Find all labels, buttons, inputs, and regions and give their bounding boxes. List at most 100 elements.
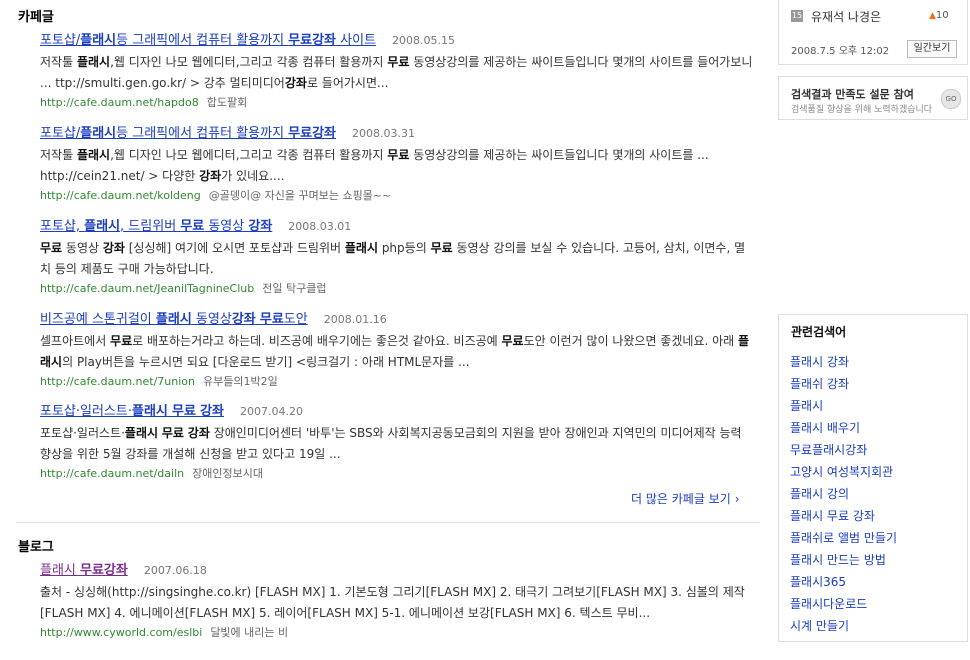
related-search-item[interactable]: 무료플래시강좌: [790, 439, 897, 461]
more-cafe-link[interactable]: 더 많은 카페글 보기 ›: [631, 490, 740, 507]
result-source-row: http://cafe.daum.net/JeanilTagnineClub 전일…: [40, 281, 758, 297]
related-search-item[interactable]: 플래시 강의: [790, 483, 897, 505]
text-segment: php등의: [378, 241, 431, 255]
result-url[interactable]: http://cafe.daum.net/7union: [40, 375, 195, 388]
related-search-item[interactable]: 플래쉬로 앨범 만들기: [790, 527, 897, 549]
result-url[interactable]: http://www.cyworld.com/eslbi: [40, 626, 202, 639]
result-date: 2008.03.31: [352, 127, 415, 140]
result-snippet: 출처 - 싱싱해(http://singsinghe.co.kr) [FLASH…: [40, 582, 755, 624]
result-snippet: 포토샵·일러스트·플래시 무료 강좌 장애인미디어센터 '바투'는 SBS와 사…: [40, 423, 755, 465]
highlighted-keyword: 플래시: [132, 404, 168, 419]
text-segment: 플래시: [40, 563, 81, 578]
related-search-item[interactable]: 플래시: [790, 395, 897, 417]
result-title-link[interactable]: 포토샵, 플래시, 드림위버 무료 동영상 강좌: [40, 219, 272, 234]
highlighted-keyword: 강좌: [284, 76, 307, 90]
result-source-name[interactable]: 전일 탁구클럽: [262, 282, 326, 295]
more-cafe-label[interactable]: 더 많은 카페글 보기: [631, 492, 731, 506]
related-search-item[interactable]: 플래시 배우기: [790, 417, 897, 439]
result-url[interactable]: http://cafe.daum.net/koldeng: [40, 189, 201, 202]
highlighted-keyword: 무료: [501, 334, 524, 348]
text-segment: ,웹 디자인 나모 웹에디터,그리고 각종 컴퓨터 활용까지: [110, 148, 388, 162]
result-source-name[interactable]: 유부들의1박2일: [203, 375, 278, 388]
search-result: 포토샵/플래시등 그래픽에서 컴퓨터 활용까지 무료강좌 2008.03.31 저작…: [40, 125, 758, 204]
text-segment: 포토샵,: [40, 219, 85, 234]
highlighted-keyword: 플래시: [76, 148, 111, 162]
rank-timestamp: 2008.7.5 오후 12:02: [791, 46, 890, 57]
highlighted-keyword: 플래시: [155, 312, 192, 327]
text-segment: 셀프아트에서: [40, 334, 111, 348]
survey-go-button[interactable]: GO: [941, 89, 961, 109]
text-segment: 도안: [283, 312, 308, 327]
chevron-right-icon: ›: [734, 492, 740, 506]
highlighted-keyword: 무료: [387, 55, 410, 69]
related-search-item[interactable]: 플래시 무료 강좌: [790, 505, 897, 527]
related-search-item[interactable]: 플래쉬 강좌: [790, 373, 897, 395]
highlighted-keyword: 플래시: [80, 126, 117, 141]
result-source-row: http://www.cyworld.com/eslbi 달빛에 내리는 비: [40, 625, 758, 641]
highlighted-keyword: 무료: [387, 148, 410, 162]
result-title-link[interactable]: 포토샵/플래시등 그래픽에서 컴퓨터 활용까지 무료강좌 사이트: [40, 33, 376, 48]
result-source-name[interactable]: 달빛에 내리는 비: [210, 626, 288, 639]
result-date: 2008.05.15: [392, 34, 456, 47]
highlighted-keyword: 강좌: [199, 169, 222, 183]
text-segment: 저작툴: [40, 148, 77, 162]
highlighted-keyword: 강좌: [231, 312, 256, 327]
result-source-name[interactable]: 장애인정보시대: [192, 467, 263, 480]
highlighted-keyword: 플래시: [84, 219, 121, 234]
highlighted-keyword: 무료강좌: [80, 563, 128, 578]
related-searches-list: 플래시 강좌 플래쉬 강좌 플래시 플래시 배우기 무료플래시강좌 고양시 여성복지회관 플…: [790, 351, 897, 637]
result-url[interactable]: http://cafe.daum.net/hapdo8: [40, 96, 199, 109]
highlighted-keyword: 무료: [172, 404, 196, 419]
survey-box[interactable]: 검색결과 만족도 설문 참여 검색품질 향상을 위해 노력하겠습니다 GO: [778, 76, 968, 120]
result-title-row: 포토샵/플래시등 그래픽에서 컴퓨터 활용까지 무료강좌 사이트 2008.05.…: [40, 32, 758, 50]
text-segment: 저작툴: [40, 55, 77, 69]
result-date: 2007.06.18: [143, 564, 207, 577]
trending-box: 15 유재석 나경은 ▲10 2008.7.5 오후 12:02 일간보기: [778, 0, 968, 65]
result-source-name[interactable]: 합도팔회: [207, 96, 247, 109]
result-title-row: 포토샵·일러스트·플래시 무료 강좌 2007.04.20: [40, 403, 758, 421]
result-url[interactable]: http://cafe.daum.net/JeanilTagnineClub: [40, 282, 254, 295]
text-segment: 등 그래픽에서 컴퓨터 활용까지: [116, 126, 289, 141]
result-date: 2008.01.16: [323, 313, 387, 326]
highlighted-keyword: 플래시: [80, 33, 117, 48]
result-title-link[interactable]: 플래시 무료강좌: [40, 563, 128, 578]
related-search-item[interactable]: 플래시 만드는 방법: [790, 549, 897, 571]
related-searches-box: 관련검색어 플래시 강좌 플래쉬 강좌 플래시 플래시 배우기 무료플래시강좌 고양시 여…: [778, 314, 968, 642]
related-search-item[interactable]: 시계 만들기: [790, 615, 897, 637]
highlighted-keyword: 무료: [161, 426, 184, 440]
text-segment: 로 들어가시면...: [306, 76, 389, 90]
result-source-row: http://cafe.daum.net/koldeng @골뎅이@ 자신을 꾸며…: [40, 188, 758, 204]
result-url[interactable]: http://cafe.daum.net/dailn: [40, 467, 184, 480]
result-source-name[interactable]: @골뎅이@ 자신을 꾸며보는 쇼핑몰~~: [209, 189, 391, 202]
section-divider: [16, 522, 760, 523]
text-segment: 출처 - 싱싱해(http://singsinghe.co.kr) [FLASH…: [40, 585, 745, 620]
text-segment: 포토샵/: [40, 126, 81, 141]
highlighted-keyword: 강좌: [248, 219, 273, 234]
result-title-link[interactable]: 포토샵/플래시등 그래픽에서 컴퓨터 활용까지 무료강좌: [40, 126, 336, 141]
result-title-row: 포토샵/플래시등 그래픽에서 컴퓨터 활용까지 무료강좌 2008.03.31: [40, 125, 758, 143]
search-result: 포토샵, 플래시, 드림위버 무료 동영상 강좌 2008.03.01 무료 동영상…: [40, 218, 758, 297]
related-search-item[interactable]: 플래시다운로드: [790, 593, 897, 615]
text-segment: 동영상: [191, 312, 232, 327]
text-segment: 로 배포하는거라고 하는데. 비즈공예 배우기에는 좋은것 같아요. 비즈공예: [132, 334, 502, 348]
highlighted-keyword: 강좌: [200, 404, 225, 419]
daily-view-button[interactable]: 일간보기: [907, 40, 957, 58]
survey-subtitle: 검색품질 향상을 위해 노력하겠습니다: [791, 105, 933, 115]
survey-title[interactable]: 검색결과 만족도 설문 참여: [791, 86, 914, 102]
highlighted-keyword: 무료: [259, 312, 284, 327]
result-title-link[interactable]: 비즈공예 스톤귀걸이 플래시 동영상강좌 무료도안: [40, 312, 308, 327]
related-search-item[interactable]: 고양시 여성복지회관: [790, 461, 897, 483]
text-segment: 가 있네요....: [221, 169, 285, 183]
highlighted-keyword: 무료강좌: [288, 33, 337, 48]
highlighted-keyword: 강좌: [102, 241, 125, 255]
highlighted-keyword: 강좌: [187, 426, 210, 440]
result-title-link[interactable]: 포토샵·일러스트·플래시 무료 강좌: [40, 404, 224, 419]
highlighted-keyword: 플래시: [76, 55, 111, 69]
related-search-item[interactable]: 플래시 강좌: [790, 351, 897, 373]
rank-keyword[interactable]: 유재석 나경은: [811, 8, 881, 25]
search-result: 비즈공예 스톤귀걸이 플래시 동영상강좌 무료도안 2008.01.16 셀프아트에…: [40, 311, 758, 390]
related-search-item[interactable]: 플래시365: [790, 571, 897, 593]
text-segment: 등 그래픽에서 컴퓨터 활용까지: [116, 33, 289, 48]
highlighted-keyword: 플래시: [124, 426, 159, 440]
rank-change: ▲10: [929, 10, 949, 21]
